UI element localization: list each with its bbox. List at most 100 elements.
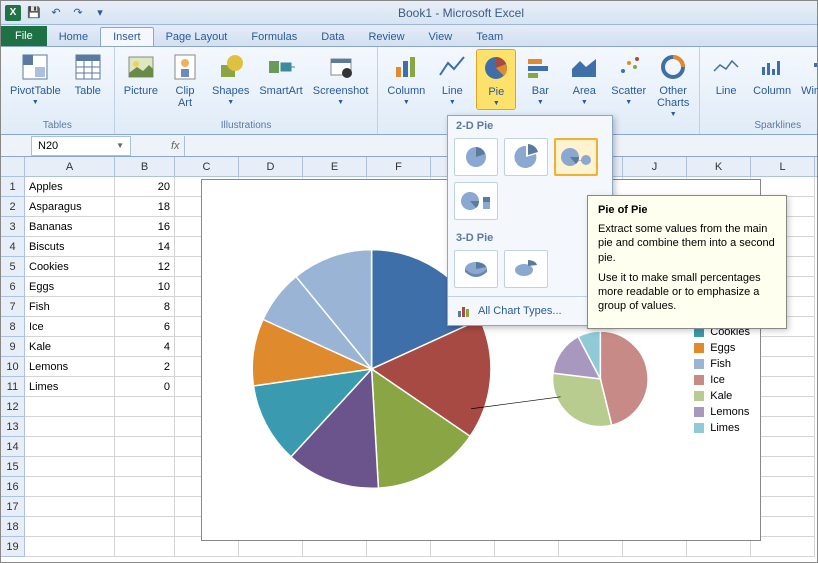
column-header-F[interactable]: F	[367, 157, 431, 176]
fx-label[interactable]: fx	[171, 140, 180, 152]
cell-B13[interactable]	[115, 417, 175, 437]
row-header-9[interactable]: 9	[1, 337, 24, 357]
cell-A2[interactable]: Asparagus	[25, 197, 115, 217]
select-all-corner[interactable]	[1, 157, 25, 177]
tab-insert[interactable]: Insert	[100, 27, 154, 46]
picture-button[interactable]: Picture	[121, 49, 161, 99]
cell-B19[interactable]	[115, 537, 175, 557]
cell-A4[interactable]: Biscuts	[25, 237, 115, 257]
row-header-12[interactable]: 12	[1, 397, 24, 417]
cell-B11[interactable]: 0	[115, 377, 175, 397]
cell-B8[interactable]: 6	[115, 317, 175, 337]
line-chart-button[interactable]: Line▼	[432, 49, 472, 108]
column-header-A[interactable]: A	[25, 157, 115, 176]
tab-file[interactable]: File	[1, 26, 47, 46]
row-header-16[interactable]: 16	[1, 477, 24, 497]
cell-A6[interactable]: Eggs	[25, 277, 115, 297]
cell-A1[interactable]: Apples	[25, 177, 115, 197]
cell-A13[interactable]	[25, 417, 115, 437]
screenshot-button[interactable]: Screenshot▼	[310, 49, 372, 108]
cell-B3[interactable]: 16	[115, 217, 175, 237]
undo-button[interactable]: ↶	[47, 4, 65, 22]
cell-A16[interactable]	[25, 477, 115, 497]
pie-chart-button[interactable]: Pie▼	[476, 49, 516, 110]
row-header-3[interactable]: 3	[1, 217, 24, 237]
column-header-J[interactable]: J	[623, 157, 687, 176]
tab-team[interactable]: Team	[464, 28, 515, 46]
row-header-10[interactable]: 10	[1, 357, 24, 377]
cell-B4[interactable]: 14	[115, 237, 175, 257]
row-header-2[interactable]: 2	[1, 197, 24, 217]
cell-B18[interactable]	[115, 517, 175, 537]
cell-A15[interactable]	[25, 457, 115, 477]
cell-A11[interactable]: Limes	[25, 377, 115, 397]
pie-option-exploded[interactable]	[504, 138, 548, 176]
cell-B6[interactable]: 10	[115, 277, 175, 297]
cell-B10[interactable]: 2	[115, 357, 175, 377]
tab-formulas[interactable]: Formulas	[239, 28, 309, 46]
column-header-E[interactable]: E	[303, 157, 367, 176]
cell-A7[interactable]: Fish	[25, 297, 115, 317]
tab-review[interactable]: Review	[356, 28, 416, 46]
tab-page-layout[interactable]: Page Layout	[154, 28, 240, 46]
row-header-15[interactable]: 15	[1, 457, 24, 477]
cell-B1[interactable]: 20	[115, 177, 175, 197]
cell-B17[interactable]	[115, 497, 175, 517]
scatter-chart-button[interactable]: Scatter▼	[608, 49, 649, 108]
clipart-button[interactable]: ClipArt	[165, 49, 205, 111]
area-chart-button[interactable]: Area▼	[564, 49, 604, 108]
cell-B16[interactable]	[115, 477, 175, 497]
cell-A12[interactable]	[25, 397, 115, 417]
row-header-18[interactable]: 18	[1, 517, 24, 537]
row-header-14[interactable]: 14	[1, 437, 24, 457]
cell-B2[interactable]: 18	[115, 197, 175, 217]
cell-B7[interactable]: 8	[115, 297, 175, 317]
cell-A5[interactable]: Cookies	[25, 257, 115, 277]
save-button[interactable]: 💾	[25, 4, 43, 22]
qat-customize[interactable]: ▾	[91, 4, 109, 22]
sparkline-line-button[interactable]: Line	[706, 49, 746, 99]
tab-view[interactable]: View	[417, 28, 465, 46]
smartart-button[interactable]: SmartArt	[256, 49, 305, 99]
row-header-6[interactable]: 6	[1, 277, 24, 297]
row-header-11[interactable]: 11	[1, 377, 24, 397]
cell-A17[interactable]	[25, 497, 115, 517]
pivottable-button[interactable]: PivotTable▼	[7, 49, 64, 108]
column-header-D[interactable]: D	[239, 157, 303, 176]
cell-A9[interactable]: Kale	[25, 337, 115, 357]
pie-option-pie[interactable]	[454, 138, 498, 176]
tab-data[interactable]: Data	[309, 28, 356, 46]
row-header-7[interactable]: 7	[1, 297, 24, 317]
row-header-4[interactable]: 4	[1, 237, 24, 257]
row-header-19[interactable]: 19	[1, 537, 24, 557]
redo-button[interactable]: ↷	[69, 4, 87, 22]
pie-option-bar-of-pie[interactable]	[454, 182, 498, 220]
column-header-C[interactable]: C	[175, 157, 239, 176]
column-header-K[interactable]: K	[687, 157, 751, 176]
cell-B12[interactable]	[115, 397, 175, 417]
column-header-L[interactable]: L	[751, 157, 815, 176]
cell-A14[interactable]	[25, 437, 115, 457]
row-header-8[interactable]: 8	[1, 317, 24, 337]
pie-option-3d-pie[interactable]	[454, 250, 498, 288]
sparkline-column-button[interactable]: Column	[750, 49, 794, 99]
column-header-B[interactable]: B	[115, 157, 175, 176]
cell-A19[interactable]	[25, 537, 115, 557]
bar-chart-button[interactable]: Bar▼	[520, 49, 560, 108]
other-charts-button[interactable]: OtherCharts▼	[653, 49, 693, 120]
row-header-1[interactable]: 1	[1, 177, 24, 197]
cell-A3[interactable]: Bananas	[25, 217, 115, 237]
tab-home[interactable]: Home	[47, 28, 100, 46]
cell-B9[interactable]: 4	[115, 337, 175, 357]
cell-B14[interactable]	[115, 437, 175, 457]
cell-A8[interactable]: Ice	[25, 317, 115, 337]
column-chart-button[interactable]: Column▼	[384, 49, 428, 108]
pie-option-3d-exploded[interactable]	[504, 250, 548, 288]
name-box-dropdown[interactable]: ▼	[116, 141, 124, 150]
cell-A10[interactable]: Lemons	[25, 357, 115, 377]
cell-B15[interactable]	[115, 457, 175, 477]
row-header-13[interactable]: 13	[1, 417, 24, 437]
cell-B5[interactable]: 12	[115, 257, 175, 277]
pie-option-pie-of-pie[interactable]	[554, 138, 598, 176]
table-button[interactable]: Table	[68, 49, 108, 99]
